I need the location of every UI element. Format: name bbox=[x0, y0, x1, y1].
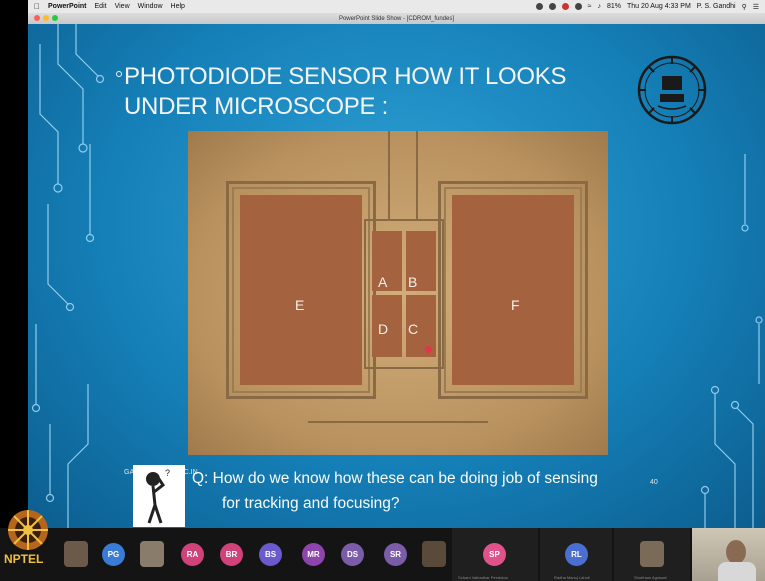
participant-initials: RA bbox=[186, 550, 199, 559]
question-line-2: for tracking and focusing? bbox=[222, 495, 400, 512]
participant-avatar[interactable]: RA bbox=[181, 543, 204, 566]
slide-number: 40 bbox=[650, 479, 658, 486]
slide: PHOTODIODE SENSOR HOW IT LOOKS UNDER MIC… bbox=[28, 24, 765, 528]
nptel-text: NPTEL bbox=[4, 552, 44, 566]
participant-photo bbox=[640, 541, 664, 567]
menu-window[interactable]: Window bbox=[138, 3, 163, 10]
window-title: PowerPoint Slide Show - [CDROM_fundes] bbox=[338, 15, 455, 22]
participant-photo[interactable] bbox=[140, 541, 164, 567]
participant-tile[interactable]: RL Radha Manoj Lahoti bbox=[540, 528, 612, 581]
participant-initials: BS bbox=[264, 550, 277, 559]
participant-avatar[interactable]: MR bbox=[302, 543, 325, 566]
question-line-1: Q: How do we know how these can be doing… bbox=[192, 470, 598, 487]
apple-icon[interactable]:  bbox=[34, 2, 40, 11]
participant-avatar[interactable]: BR bbox=[220, 543, 243, 566]
participant-avatar[interactable]: BS bbox=[259, 543, 282, 566]
participant-tile[interactable]: Shubham Agrawal bbox=[614, 528, 690, 581]
menu-bar:  PowerPoint Edit View Window Help ≈ ♪ 8… bbox=[28, 0, 765, 13]
label-e: E bbox=[295, 297, 305, 313]
battery-label[interactable]: 81% bbox=[607, 3, 621, 10]
tray-icon[interactable] bbox=[574, 3, 582, 10]
datetime-label[interactable]: Thu 20 Aug 4:33 PM bbox=[627, 3, 691, 10]
label-a: A bbox=[378, 274, 388, 290]
participant-avatar[interactable]: SR bbox=[384, 543, 407, 566]
zoom-window-button[interactable] bbox=[52, 15, 58, 21]
participant-photo[interactable] bbox=[64, 541, 88, 567]
user-label[interactable]: P. S. Gandhi bbox=[697, 3, 736, 10]
tray-icon[interactable] bbox=[548, 3, 556, 10]
participant-initials: RL bbox=[571, 550, 582, 559]
participant-initials: SR bbox=[389, 550, 402, 559]
record-icon[interactable] bbox=[561, 3, 569, 10]
window-controls bbox=[34, 15, 58, 21]
participant-avatar[interactable]: DS bbox=[341, 543, 364, 566]
search-icon[interactable]: ⚲ bbox=[742, 3, 747, 11]
tray-icon[interactable] bbox=[535, 3, 543, 10]
slide-title: PHOTODIODE SENSOR HOW IT LOOKS UNDER MIC… bbox=[124, 63, 567, 120]
participant-tile[interactable]: SP Soham Vaibadhar Pendukar bbox=[452, 528, 538, 581]
participant-initials: DS bbox=[346, 550, 359, 559]
svg-text:?: ? bbox=[165, 468, 170, 478]
participant-name: Radha Manoj Lahoti bbox=[554, 575, 590, 580]
participant-avatar: RL bbox=[565, 543, 588, 566]
app-menu[interactable]: PowerPoint bbox=[48, 3, 87, 10]
label-f: F bbox=[511, 297, 520, 313]
participant-name: Soham Vaibadhar Pendukar bbox=[458, 575, 508, 580]
photodiode-pad-e bbox=[240, 195, 362, 385]
volume-icon[interactable]: ♪ bbox=[597, 3, 601, 10]
photodiode-pad-f bbox=[452, 195, 574, 385]
laser-pointer-icon bbox=[425, 346, 432, 353]
thinking-figure-image: ? bbox=[133, 465, 185, 527]
window-titlebar: PowerPoint Slide Show - [CDROM_fundes] bbox=[28, 13, 765, 24]
participant-photo[interactable] bbox=[422, 541, 446, 567]
menu-view[interactable]: View bbox=[115, 3, 130, 10]
participant-avatar[interactable]: PG bbox=[102, 543, 125, 566]
presenter-webcam[interactable] bbox=[692, 528, 765, 581]
circuit-decoration-left bbox=[31, 24, 105, 528]
label-b: B bbox=[408, 274, 418, 290]
participant-initials: BR bbox=[225, 550, 238, 559]
participant-initials: PG bbox=[107, 550, 120, 559]
wifi-icon[interactable]: ≈ bbox=[588, 3, 592, 10]
participant-initials: MR bbox=[307, 550, 320, 559]
minimize-window-button[interactable] bbox=[43, 15, 49, 21]
question-text: Q: How do we know how these can be doing… bbox=[192, 466, 662, 516]
participant-name: Shubham Agrawal bbox=[634, 575, 667, 580]
participant-initials: SP bbox=[489, 550, 500, 559]
close-window-button[interactable] bbox=[34, 15, 40, 21]
participants-strip: PG RA BR BS MR DS SR SP Soham Vaibadhar … bbox=[0, 528, 765, 581]
institute-logo bbox=[637, 55, 707, 125]
label-d: D bbox=[378, 321, 389, 337]
notification-icon[interactable]: ☰ bbox=[753, 3, 759, 11]
menu-help[interactable]: Help bbox=[171, 3, 185, 10]
title-bullet-icon bbox=[116, 71, 122, 77]
participant-avatar: SP bbox=[483, 543, 506, 566]
microscope-image: E F A B D C bbox=[188, 131, 608, 455]
menu-edit[interactable]: Edit bbox=[95, 3, 107, 10]
label-c: C bbox=[408, 321, 419, 337]
